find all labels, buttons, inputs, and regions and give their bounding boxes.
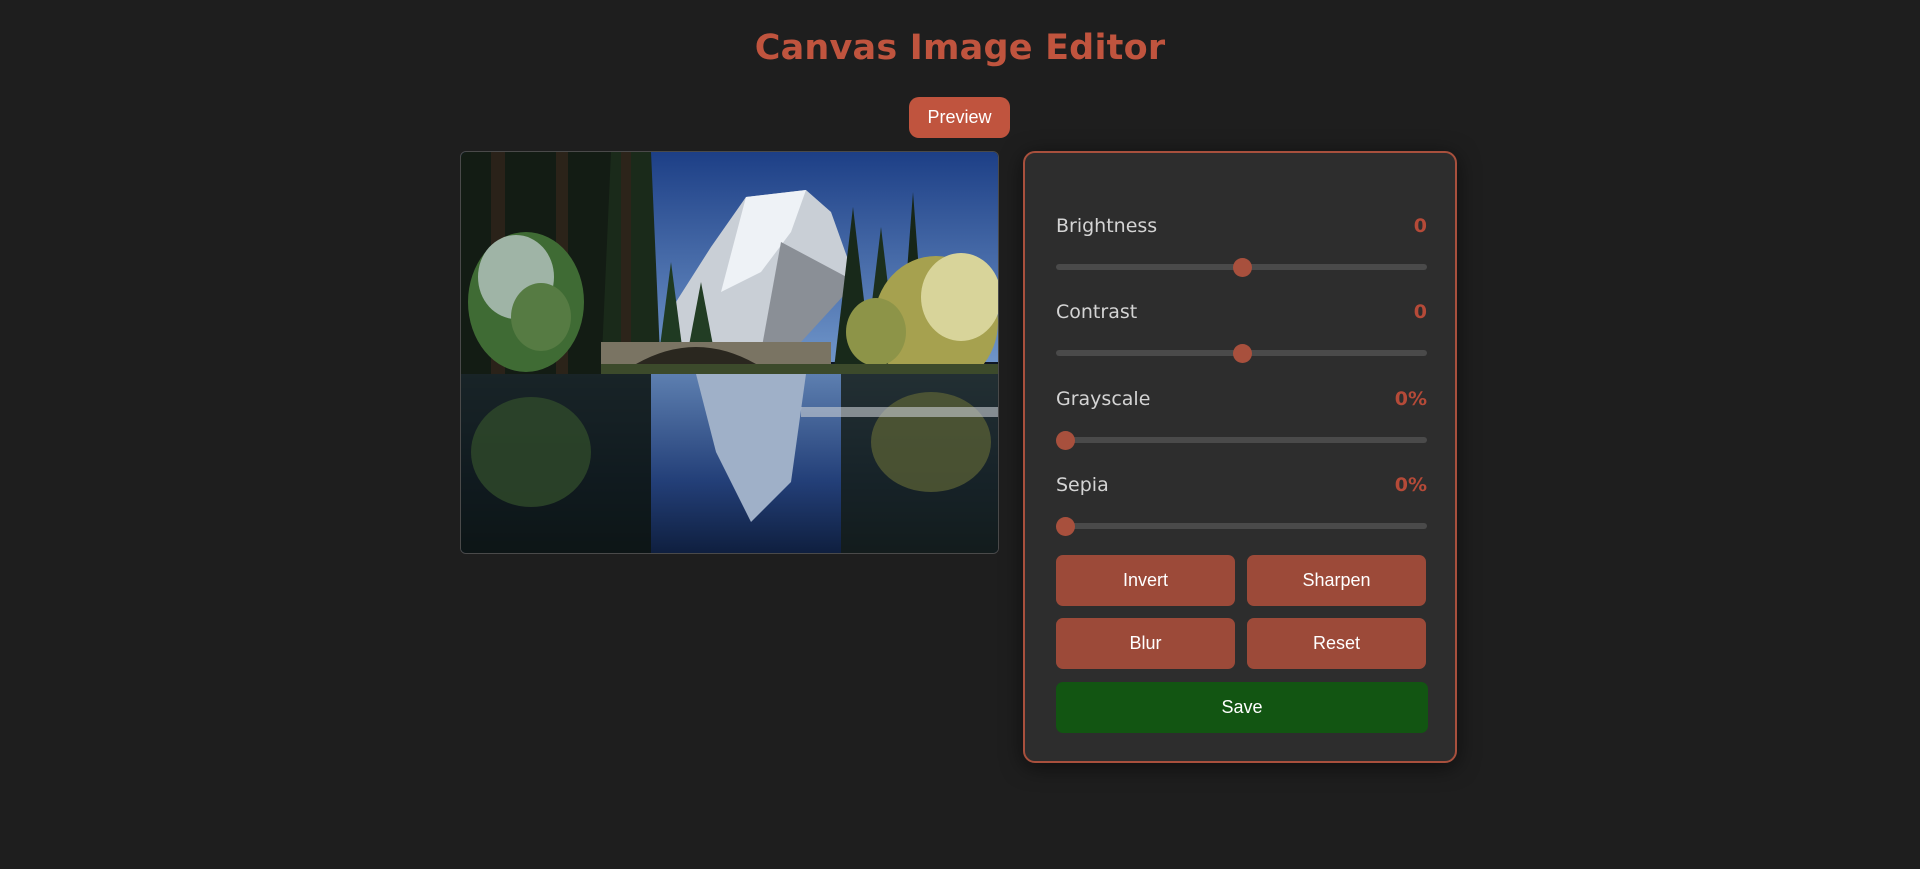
grayscale-label: Grayscale: [1056, 388, 1151, 410]
contrast-slider-thumb[interactable]: [1232, 344, 1252, 363]
adjustments-panel: Brightness 0 Contrast 0 Grayscale 0% Sep…: [1023, 151, 1457, 763]
sepia-value: 0%: [1394, 474, 1427, 496]
save-button[interactable]: Save: [1056, 682, 1428, 733]
grayscale-slider[interactable]: [1056, 431, 1427, 450]
contrast-label: Contrast: [1056, 301, 1138, 323]
page-title: Canvas Image Editor: [754, 28, 1166, 68]
preview-button[interactable]: Preview: [909, 97, 1010, 138]
image-canvas[interactable]: [460, 151, 999, 554]
contrast-control: Contrast 0: [1056, 301, 1427, 371]
grayscale-slider-thumb[interactable]: [1056, 431, 1075, 450]
grayscale-control: Grayscale 0%: [1056, 388, 1427, 458]
blur-button[interactable]: Blur: [1056, 618, 1235, 669]
reset-button[interactable]: Reset: [1247, 618, 1426, 669]
contrast-value: 0: [1413, 301, 1427, 323]
sepia-label: Sepia: [1056, 474, 1109, 496]
brightness-value: 0: [1413, 215, 1427, 237]
grayscale-value: 0%: [1394, 388, 1427, 410]
sharpen-button[interactable]: Sharpen: [1247, 555, 1426, 606]
brightness-control: Brightness 0: [1056, 215, 1427, 285]
sepia-slider[interactable]: [1056, 517, 1427, 536]
contrast-slider[interactable]: [1056, 344, 1427, 363]
invert-button[interactable]: Invert: [1056, 555, 1235, 606]
sepia-control: Sepia 0%: [1056, 474, 1427, 544]
brightness-label: Brightness: [1056, 215, 1158, 237]
landscape-image: [461, 152, 998, 553]
sepia-slider-thumb[interactable]: [1056, 517, 1075, 536]
brightness-slider-thumb[interactable]: [1232, 258, 1252, 277]
brightness-slider[interactable]: [1056, 258, 1427, 277]
